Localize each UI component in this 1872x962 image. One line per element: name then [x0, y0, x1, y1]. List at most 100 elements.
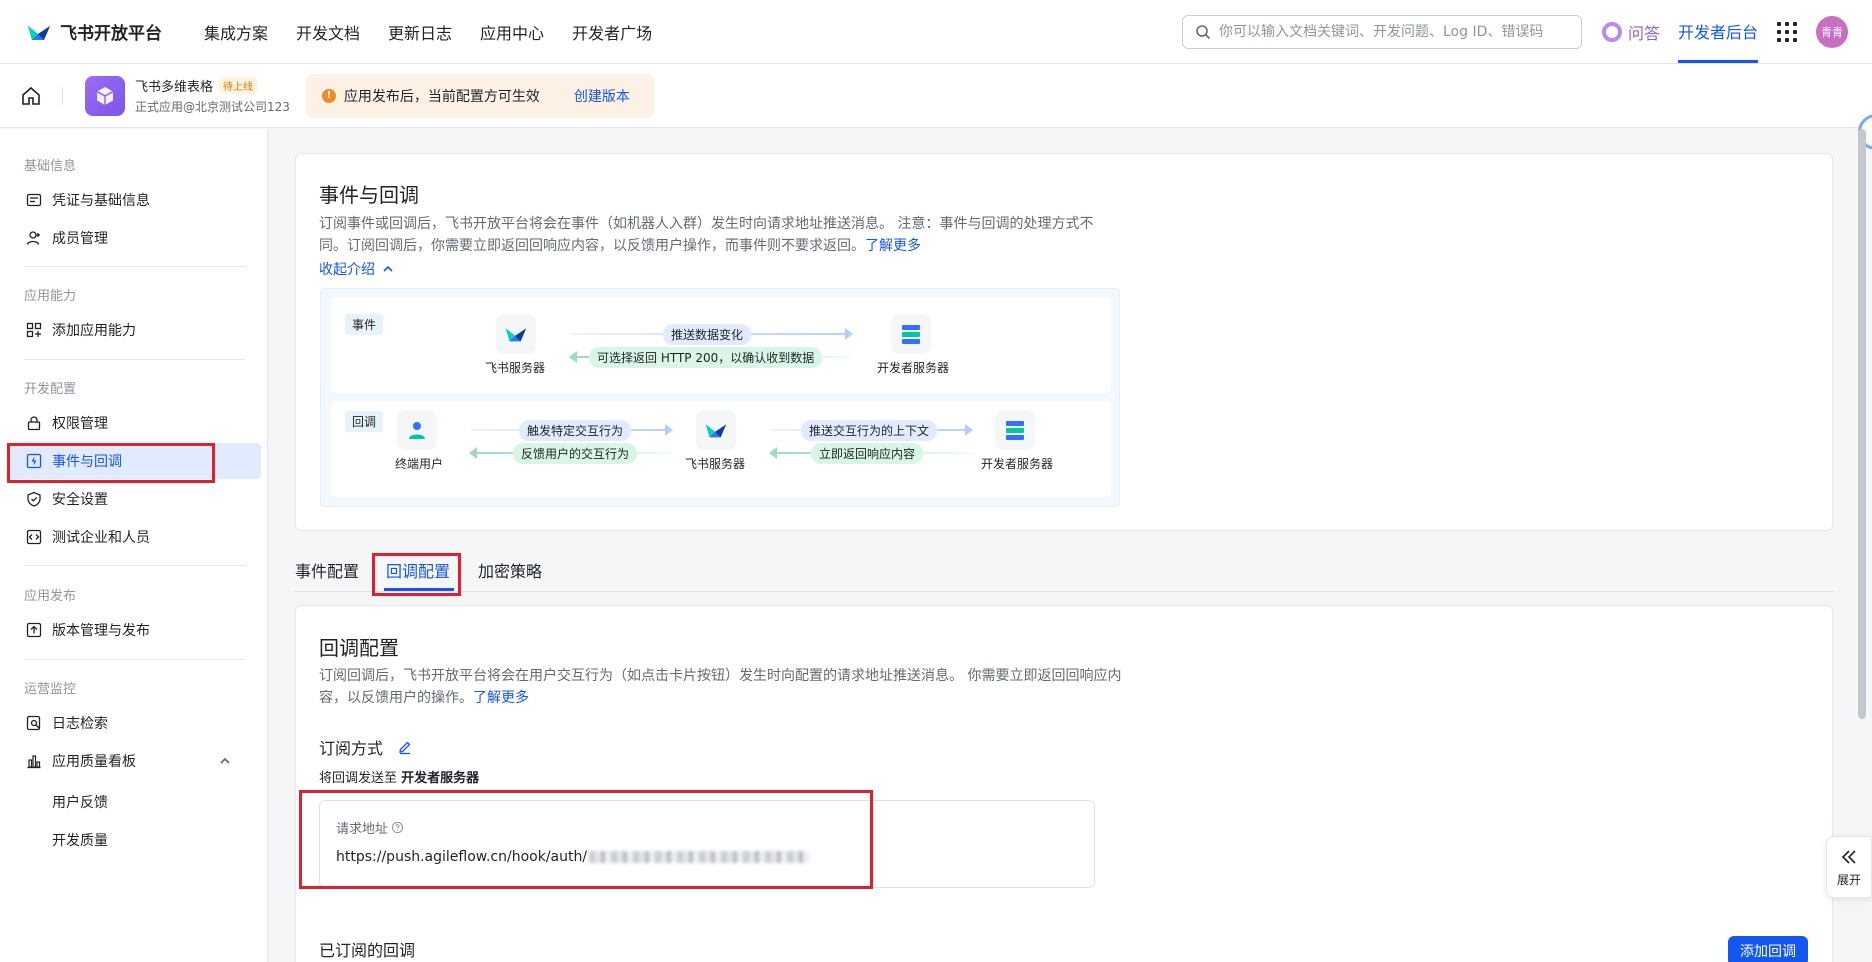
push-data-label: 推送数据变化 [663, 324, 752, 345]
sidebar-group-monitoring: 运营监控 [24, 682, 77, 697]
feishu-logo-icon [505, 328, 527, 342]
intro-description: 订阅事件或回调后，飞书开放平台将会在事件（如机器人入群）发生时向请求地址推送消息… [319, 216, 1094, 254]
return-response-label: 立即返回响应内容 [811, 443, 924, 464]
qa-icon [1602, 22, 1622, 42]
double-chevron-left-icon [1841, 849, 1856, 864]
brand[interactable]: 飞书开放平台 [26, 19, 162, 44]
menu-solutions[interactable]: 集成方案 [204, 20, 268, 44]
edit-icon[interactable] [397, 739, 413, 755]
sidebar-group-basic: 基础信息 [24, 159, 77, 174]
feishu-server-label: 飞书服务器 [485, 361, 546, 375]
divider [24, 266, 245, 267]
trigger-label: 触发特定交互行为 [519, 420, 632, 441]
qa-label: 问答 [1628, 24, 1661, 43]
user-add-icon [26, 231, 40, 245]
dev-server-node [995, 410, 1035, 450]
sidebar-item-quality-board[interactable]: 应用质量看板 [8, 743, 261, 779]
warning-icon: ! [321, 88, 336, 103]
search-box[interactable] [1182, 15, 1582, 49]
expand-panel-button[interactable]: 展开 [1826, 836, 1872, 898]
chevron-up-icon[interactable] [217, 753, 233, 769]
server-icon [1006, 421, 1024, 440]
dev-console-underline [1678, 60, 1758, 63]
end-user-label: 终端用户 [395, 457, 444, 471]
highlight-tab-box [372, 553, 461, 596]
sidebar-group-capabilities: 应用能力 [24, 289, 77, 304]
qa-button[interactable]: 问答 [1602, 20, 1660, 44]
intro-learn-more-link[interactable]: 了解更多 [865, 238, 921, 254]
divider [62, 86, 63, 105]
sidebar-item-label: 添加应用能力 [52, 323, 136, 339]
shield-icon [27, 491, 41, 507]
apps-grid-icon[interactable] [1777, 22, 1797, 42]
sidebar-item-permissions[interactable]: 权限管理 [8, 405, 261, 441]
sidebar-group-dev-config: 开发配置 [24, 382, 77, 397]
dev-server-label: 开发者服务器 [877, 361, 950, 375]
app-info: 飞书多维表格 待上线 正式应用@北京测试公司123 [135, 76, 290, 115]
subscribed-callbacks-title: 已订阅的回调 [319, 941, 416, 960]
callback-card [295, 605, 1833, 962]
create-version-link[interactable]: 创建版本 [574, 86, 630, 106]
config-tabs: 事件配置 回调配置 加密策略 [295, 550, 1833, 592]
send-to-text: 将回调发送至 开发者服务器 [319, 771, 480, 786]
sidebar-item-test-tenants[interactable]: 测试企业和人员 [8, 519, 261, 555]
feishu-server-label: 飞书服务器 [685, 457, 746, 471]
subscribe-mode-row: 订阅方式 [319, 735, 413, 759]
sidebar-item-label: 安全设置 [52, 492, 108, 508]
push-context-label: 推送交互行为的上下文 [801, 420, 938, 441]
sidebar-item-log-search[interactable]: 日志检索 [8, 705, 261, 741]
callback-learn-more-link[interactable]: 了解更多 [473, 690, 529, 706]
sidebar-item-label: 凭证与基础信息 [52, 193, 150, 209]
dev-console-link[interactable]: 开发者后台 [1678, 19, 1758, 43]
sidebar-group-release: 应用发布 [24, 589, 77, 604]
chevron-up-icon [383, 265, 394, 272]
menu-app-center[interactable]: 应用中心 [480, 20, 544, 44]
sidebar-item-label: 权限管理 [52, 416, 108, 432]
search-input[interactable] [1219, 24, 1569, 40]
home-icon[interactable] [20, 85, 42, 107]
status-badge: 待上线 [219, 77, 258, 94]
subscribe-mode-label: 订阅方式 [319, 739, 384, 758]
publish-notice: ! 应用发布后，当前配置方可生效 创建版本 [305, 73, 654, 118]
menu-docs[interactable]: 开发文档 [296, 20, 360, 44]
flow-diagram: 事件 飞书服务器 推送数据变化 可选择返回 HTTP 200，以确认收到数据 开… [320, 288, 1120, 507]
tab-encryption[interactable]: 加密策略 [478, 558, 542, 582]
feishu-server-node [496, 314, 536, 354]
bar-chart-icon [27, 755, 41, 769]
user-avatar[interactable]: 青青 [1816, 16, 1848, 48]
end-user-node [397, 410, 437, 450]
highlight-sidebar-box [7, 443, 215, 483]
sidebar-item-label: 应用质量看板 [52, 754, 136, 770]
app-tenant: 正式应用@北京测试公司123 [135, 100, 290, 114]
server-icon [902, 325, 920, 344]
menu-changelog[interactable]: 更新日志 [388, 20, 452, 44]
dev-server-label: 开发者服务器 [981, 457, 1054, 471]
intro-title: 事件与回调 [319, 183, 419, 207]
callback-flow-row: 回调 终端用户 触发特定交互行为 反馈用户的交互行为 飞书服务器 推送交互行为的… [331, 401, 1111, 497]
sidebar-item-credentials[interactable]: 凭证与基础信息 [8, 182, 261, 218]
sidebar-item-security[interactable]: 安全设置 [8, 481, 261, 517]
sidebar-subitem-dev-quality[interactable]: 开发质量 [52, 830, 108, 850]
log-search-icon [26, 715, 41, 731]
add-callback-button[interactable]: 添加回调 [1728, 936, 1808, 962]
sidebar-item-members[interactable]: 成员管理 [8, 220, 261, 256]
sidebar-item-add-capability[interactable]: 添加应用能力 [8, 312, 261, 348]
sidebar-item-label: 版本管理与发布 [52, 623, 150, 639]
sidebar-item-versions[interactable]: 版本管理与发布 [8, 612, 261, 648]
apps-add-icon [26, 322, 42, 338]
sidebar-item-label: 成员管理 [52, 231, 108, 247]
tab-event-config[interactable]: 事件配置 [295, 558, 359, 582]
notice-text: 应用发布后，当前配置方可生效 [343, 88, 540, 105]
event-flow-row: 事件 飞书服务器 推送数据变化 可选择返回 HTTP 200，以确认收到数据 开… [331, 297, 1111, 393]
sidebar: 基础信息 凭证与基础信息 成员管理 应用能力 添加应用能力 开发配置 权限管理 … [0, 129, 268, 962]
lock-icon [27, 416, 41, 431]
event-tag: 事件 [345, 314, 384, 335]
app-icon [85, 75, 125, 116]
feishu-logo-icon [28, 25, 50, 40]
sidebar-subitem-feedback[interactable]: 用户反馈 [52, 792, 108, 812]
collapse-intro-toggle[interactable]: 收起介绍 [319, 259, 394, 281]
user-icon [409, 422, 425, 439]
id-card-icon [26, 193, 42, 207]
menu-dev-square[interactable]: 开发者广场 [572, 20, 652, 44]
scrollbar[interactable] [1858, 129, 1866, 719]
